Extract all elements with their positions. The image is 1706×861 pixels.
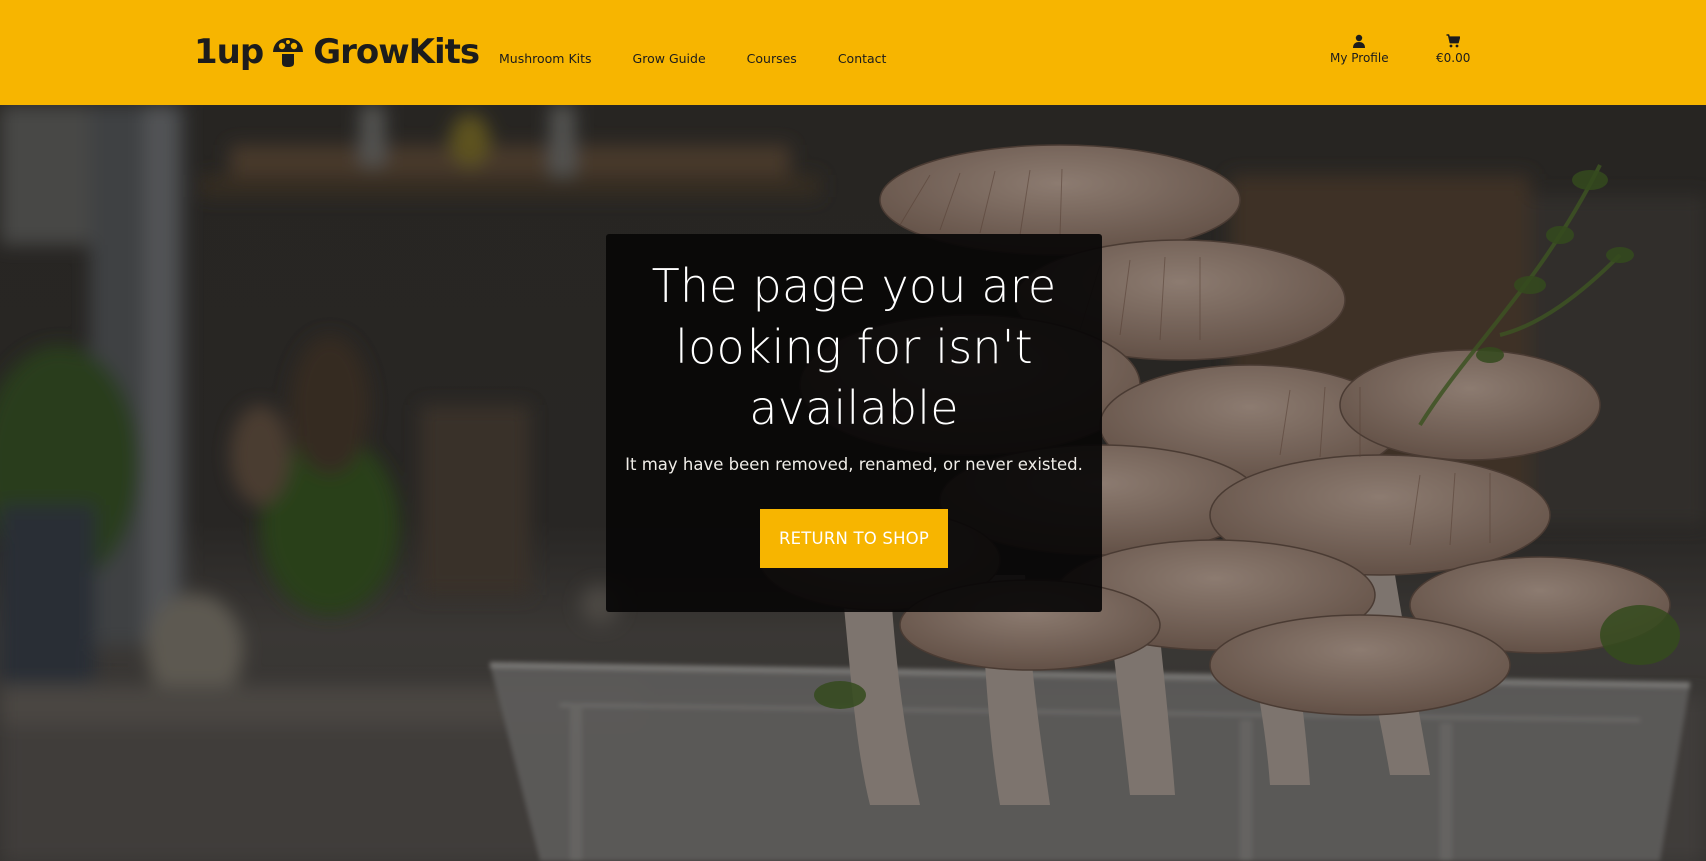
logo-text-growkits: GrowKits <box>313 32 480 72</box>
user-icon <box>1353 34 1366 48</box>
cart-icon <box>1446 34 1461 48</box>
logo-text-1up: 1up <box>194 32 264 72</box>
error-title: The page you are looking for isn't avail… <box>651 259 1057 435</box>
mushroom-logo-icon <box>273 38 304 67</box>
page-not-found-card: The page you are looking for isn't avail… <box>606 234 1102 612</box>
nav-item-mushroom-kits[interactable]: Mushroom Kits <box>499 50 592 68</box>
return-to-shop-button[interactable]: RETURN TO SHOP <box>760 509 948 568</box>
nav-item-courses[interactable]: Courses <box>747 50 797 68</box>
nav-item-grow-guide[interactable]: Grow Guide <box>633 50 706 68</box>
main-nav: Mushroom Kits Grow Guide Courses Contact <box>499 50 886 68</box>
my-profile-link[interactable]: My Profile <box>1330 34 1389 65</box>
cart-total: €0.00 <box>1436 51 1471 65</box>
cart-link[interactable]: €0.00 <box>1436 34 1470 65</box>
site-header: 1up GrowKits Mushroom Kits Grow Guide Co… <box>0 0 1706 105</box>
nav-item-contact[interactable]: Contact <box>838 50 887 68</box>
my-profile-label: My Profile <box>1330 51 1389 65</box>
site-logo[interactable]: 1up GrowKits <box>194 31 480 73</box>
error-message: It may have been removed, renamed, or ne… <box>625 455 1083 474</box>
